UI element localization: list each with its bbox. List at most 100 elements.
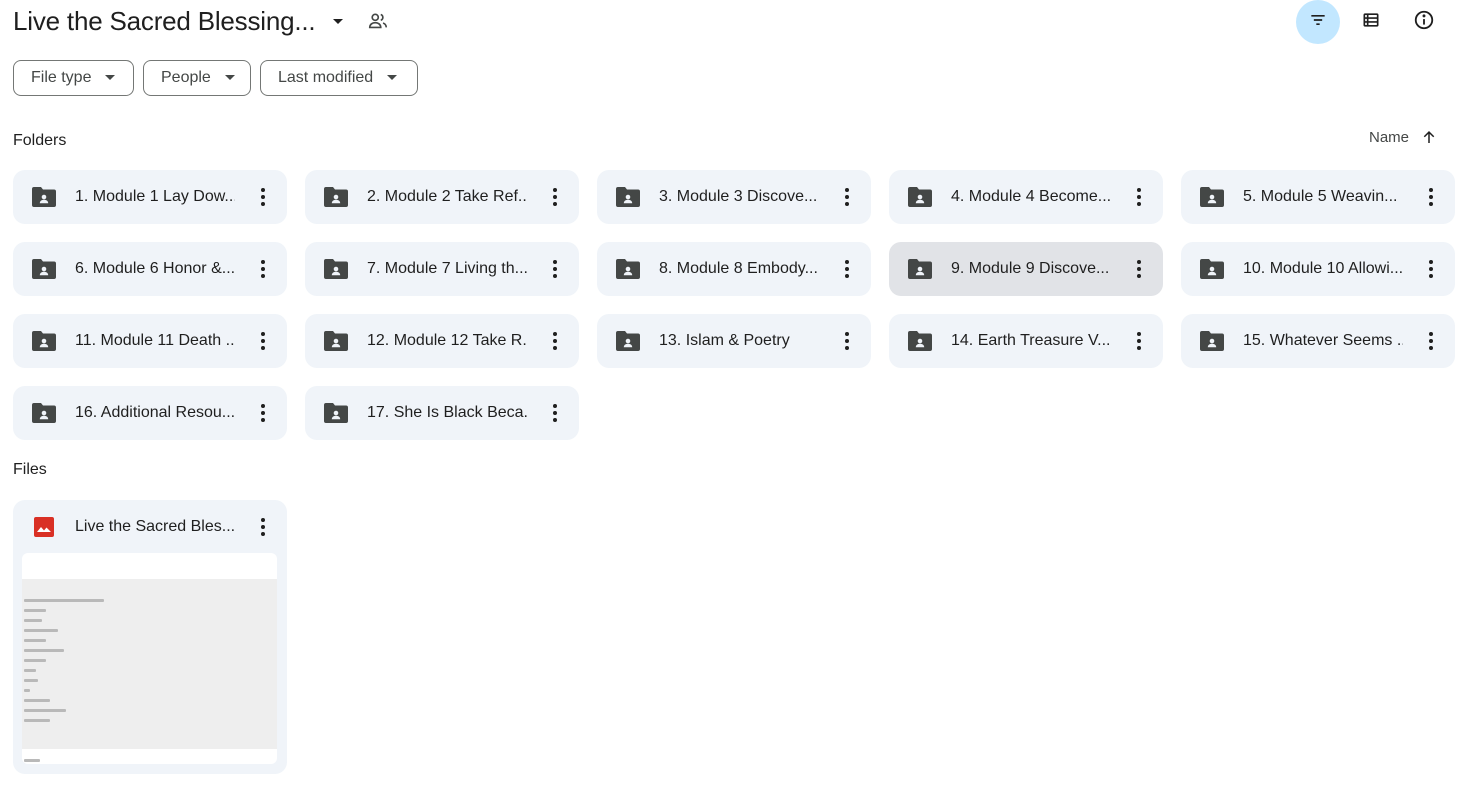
file-type-filter[interactable]: File type (13, 60, 134, 96)
more-vert-icon[interactable] (253, 185, 273, 209)
list-view-button[interactable] (1349, 0, 1393, 44)
folder-name: 4. Module 4 Become... (951, 188, 1111, 205)
list-view-icon (1361, 10, 1381, 35)
more-vert-icon[interactable] (545, 185, 565, 209)
folder-item[interactable]: 1. Module 1 Lay Dow... (13, 170, 287, 224)
folder-name: 15. Whatever Seems ... (1243, 332, 1403, 349)
more-vert-icon[interactable] (253, 401, 273, 425)
folder-name: 8. Module 8 Embody... (659, 260, 818, 277)
chip-label: Last modified (278, 69, 374, 86)
shared-folder-icon (616, 185, 640, 209)
folder-item[interactable]: 10. Module 10 Allowi... (1181, 242, 1455, 296)
chip-label: People (161, 69, 211, 86)
people-filter[interactable]: People (143, 60, 251, 96)
shared-folder-icon (32, 257, 56, 281)
shared-folder-icon (616, 329, 640, 353)
details-button[interactable] (1402, 0, 1446, 44)
filter-icon (1308, 10, 1328, 35)
shared-folder-icon (908, 329, 932, 353)
folder-name: 5. Module 5 Weavin... (1243, 188, 1398, 205)
title-area: Live the Sacred Blessing... (13, 4, 391, 38)
sort-control[interactable]: Name (1369, 127, 1439, 147)
sort-label: Name (1368, 128, 1409, 146)
file-card-header: Live the Sacred Bles... (13, 500, 287, 554)
folder-name: 3. Module 3 Discove... (659, 188, 818, 205)
shared-folder-icon (32, 185, 56, 209)
more-vert-icon[interactable] (1129, 329, 1149, 353)
shared-folder-icon (32, 401, 56, 425)
shared-folder-icon (1200, 257, 1224, 281)
folder-name: 7. Module 7 Living th... (367, 260, 527, 277)
thumbnail-document (22, 579, 277, 762)
folder-item[interactable]: 4. Module 4 Become... (889, 170, 1163, 224)
more-vert-icon[interactable] (253, 515, 273, 539)
folder-item[interactable]: 14. Earth Treasure V... (889, 314, 1163, 368)
more-vert-icon[interactable] (837, 257, 857, 281)
folder-item[interactable]: 5. Module 5 Weavin... (1181, 170, 1455, 224)
files-heading: Files (13, 461, 47, 478)
shared-folder-icon (324, 257, 348, 281)
more-vert-icon[interactable] (1129, 257, 1149, 281)
file-card[interactable]: Live the Sacred Bles... (13, 500, 287, 774)
file-name: Live the Sacred Bles... (75, 518, 236, 535)
file-thumbnail (22, 553, 277, 764)
folder-name: 1. Module 1 Lay Dow... (75, 188, 235, 205)
more-vert-icon[interactable] (545, 329, 565, 353)
last-modified-filter[interactable]: Last modified (260, 60, 418, 96)
shared-folder-icon (324, 185, 348, 209)
more-vert-icon[interactable] (253, 257, 273, 281)
shared-folder-icon (908, 257, 932, 281)
more-vert-icon[interactable] (253, 329, 273, 353)
folder-item[interactable]: 12. Module 12 Take R... (305, 314, 579, 368)
folder-item[interactable]: 16. Additional Resou... (13, 386, 287, 440)
shared-folder-icon (32, 329, 56, 353)
folder-item[interactable]: 9. Module 9 Discove... (889, 242, 1163, 296)
folder-item[interactable]: 17. She Is Black Beca... (305, 386, 579, 440)
folder-name: 9. Module 9 Discove... (951, 260, 1110, 277)
folder-item[interactable]: 15. Whatever Seems ... (1181, 314, 1455, 368)
folder-item[interactable]: 6. Module 6 Honor &... (13, 242, 287, 296)
folder-name: 12. Module 12 Take R... (367, 332, 527, 349)
shared-folder-icon (324, 401, 348, 425)
shared-folder-icon (908, 185, 932, 209)
folder-item[interactable]: 11. Module 11 Death ... (13, 314, 287, 368)
arrow-drop-down-icon (224, 73, 235, 83)
more-vert-icon[interactable] (545, 257, 565, 281)
arrow-drop-down-icon (105, 73, 116, 83)
more-vert-icon[interactable] (1129, 185, 1149, 209)
shared-folder-icon (1200, 329, 1224, 353)
shared-folder-icon (616, 257, 640, 281)
more-vert-icon[interactable] (1421, 329, 1441, 353)
folder-name: 17. She Is Black Beca... (367, 404, 527, 421)
folders-heading: Folders (13, 132, 67, 149)
arrow-drop-down-icon[interactable] (325, 8, 351, 34)
folder-name: 11. Module 11 Death ... (75, 332, 235, 349)
folder-name: 2. Module 2 Take Ref... (367, 188, 527, 205)
filter-button[interactable] (1296, 0, 1340, 44)
more-vert-icon[interactable] (1421, 185, 1441, 209)
folder-item[interactable]: 2. Module 2 Take Ref... (305, 170, 579, 224)
people-icon[interactable] (365, 8, 391, 34)
folder-grid: 1. Module 1 Lay Dow... 2. Module 2 Take R… (13, 170, 1455, 440)
folder-item[interactable]: 7. Module 7 Living th... (305, 242, 579, 296)
more-vert-icon[interactable] (545, 401, 565, 425)
header: Live the Sacred Blessing... (13, 0, 1463, 44)
more-vert-icon[interactable] (1421, 257, 1441, 281)
arrow-drop-down-icon (387, 73, 398, 83)
shared-folder-icon (1200, 185, 1224, 209)
shared-folder-icon (324, 329, 348, 353)
folder-name: 16. Additional Resou... (75, 404, 235, 421)
folder-title[interactable]: Live the Sacred Blessing... (13, 4, 316, 38)
more-vert-icon[interactable] (837, 185, 857, 209)
chip-label: File type (31, 69, 92, 86)
filter-chips: File type People Last modified (13, 60, 418, 96)
folder-item[interactable]: 8. Module 8 Embody... (597, 242, 871, 296)
folder-name: 14. Earth Treasure V... (951, 332, 1111, 349)
folder-name: 10. Module 10 Allowi... (1243, 260, 1403, 277)
folder-item[interactable]: 13. Islam & Poetry (597, 314, 871, 368)
arrow-upward-icon[interactable] (1419, 127, 1439, 147)
folder-item[interactable]: 3. Module 3 Discove... (597, 170, 871, 224)
folder-name: 13. Islam & Poetry (659, 332, 790, 349)
info-icon (1413, 9, 1435, 36)
more-vert-icon[interactable] (837, 329, 857, 353)
